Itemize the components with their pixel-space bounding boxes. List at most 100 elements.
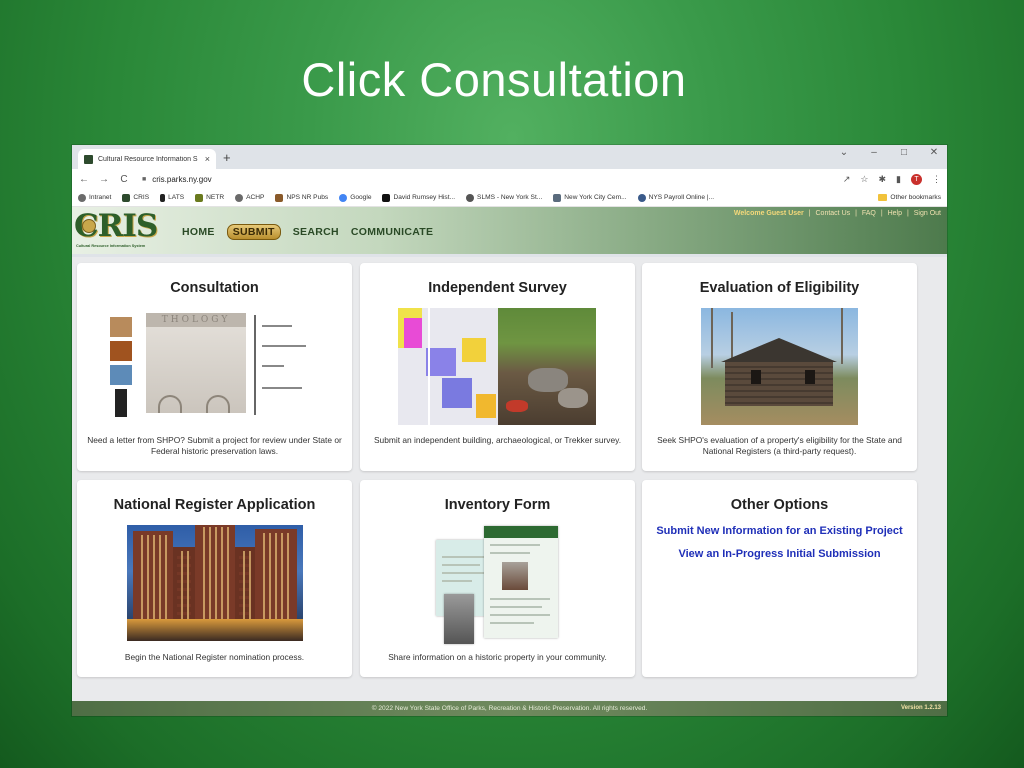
google-icon [339, 193, 348, 202]
bookmark-icon [160, 193, 166, 202]
tab-close-icon[interactable]: × [205, 154, 210, 164]
bookmark-item[interactable]: ACHP [235, 193, 264, 202]
consultation-image: THOLOGY [110, 309, 320, 427]
submit-new-info-link[interactable]: Submit New Information for an Existing P… [642, 525, 917, 537]
bookmark-icon [637, 193, 646, 202]
log-cabin [725, 362, 833, 406]
nav-submit[interactable]: SUBMIT [226, 224, 281, 240]
tab-strip: Cultural Resource Information S × + ⌄ – … [72, 145, 947, 169]
browser-tab[interactable]: Cultural Resource Information S × [78, 149, 216, 169]
building-facade: THOLOGY [146, 313, 246, 413]
eligibility-image [701, 308, 858, 425]
card-inventory-form[interactable]: Inventory Form Share information on a hi… [360, 480, 635, 677]
inventory-image [430, 518, 566, 646]
material-swatch [115, 389, 127, 417]
bookmark-item[interactable]: New York City Cem... [553, 193, 627, 202]
bookmark-icon [382, 193, 391, 202]
card-title: National Register Application [113, 497, 316, 513]
bookmark-item[interactable]: SLMS - New York St... [466, 193, 542, 202]
card-consultation[interactable]: Consultation THOLOGY Need a letter from … [77, 263, 352, 471]
material-swatch [110, 317, 132, 337]
card-description: Share information on a historic property… [388, 652, 607, 662]
material-swatch [110, 341, 132, 361]
bookmark-item[interactable]: LATS [160, 193, 184, 202]
card-title: Consultation [170, 280, 259, 296]
material-swatch [110, 365, 132, 385]
extensions-icon[interactable]: ✱ [879, 174, 887, 185]
seal-icon [82, 219, 96, 233]
welcome-text: Welcome Guest User [733, 210, 804, 217]
slide-title: Click Consultation [301, 53, 687, 106]
bookmarks-bar: Intranet CRIS LATS NETR ACHP NPS NR Pubs… [72, 189, 947, 207]
help-link[interactable]: Help [888, 210, 902, 217]
nav-communicate[interactable]: COMMUNICATE [351, 226, 433, 238]
sidepanel-icon[interactable]: ▮ [896, 174, 901, 185]
signout-link[interactable]: Sign Out [914, 210, 941, 217]
cris-header: CRIS Cultural Resource Information Syste… [72, 207, 947, 254]
window-controls: ⌄ – □ ✕ [839, 147, 939, 158]
faq-link[interactable]: FAQ [862, 210, 876, 217]
cris-logo[interactable]: CRIS Cultural Resource Information Syste… [74, 208, 162, 251]
close-window-button[interactable]: ✕ [929, 147, 939, 158]
new-tab-button[interactable]: + [223, 150, 231, 165]
nav-search[interactable]: SEARCH [293, 226, 339, 238]
browser-window: Cultural Resource Information S × + ⌄ – … [72, 145, 947, 716]
inventory-photo [444, 594, 474, 644]
cris-main-nav: HOME SUBMIT SEARCH COMMUNICATE [182, 224, 433, 240]
card-independent-survey[interactable]: Independent Survey Submit an independent… [360, 263, 635, 471]
bookmark-item[interactable]: Google [339, 193, 371, 202]
lock-icon[interactable]: ■ [142, 176, 146, 183]
reload-icon[interactable]: C [118, 174, 130, 185]
bookmark-icon [78, 193, 86, 202]
other-bookmarks[interactable]: Other bookmarks [878, 194, 941, 201]
inventory-form-sheet [484, 526, 558, 638]
toolbar-icons: ↗ ☆ ✱ ▮ T ⋮ [843, 173, 941, 185]
survey-image [398, 308, 596, 425]
card-national-register-application[interactable]: National Register Application Begin the … [77, 480, 352, 677]
card-title: Inventory Form [444, 497, 551, 513]
bookmark-item[interactable]: CRIS [122, 193, 149, 202]
street-scene [127, 619, 303, 641]
tab-title: Cultural Resource Information S [98, 155, 198, 163]
maximize-button[interactable]: □ [899, 147, 909, 158]
bookmark-item[interactable]: NPS NR Pubs [275, 193, 328, 202]
view-in-progress-link[interactable]: View an In-Progress Initial Submission [642, 548, 917, 560]
bookmark-item[interactable]: NETR [195, 193, 224, 202]
bookmark-item[interactable]: Intranet [78, 193, 111, 202]
address-bar[interactable]: ■ cris.parks.ny.gov [138, 171, 835, 187]
copyright-text: © 2022 New York State Office of Parks, R… [371, 705, 648, 712]
national-register-image [127, 525, 303, 641]
url-text[interactable]: cris.parks.ny.gov [152, 175, 211, 184]
minimize-button[interactable]: – [869, 147, 879, 158]
nav-home[interactable]: HOME [182, 226, 215, 238]
card-description: Seek SHPO's evaluation of a property's e… [657, 435, 902, 456]
bookmark-item[interactable]: NYS Payroll Online |... [637, 193, 714, 202]
profile-avatar[interactable]: T [911, 173, 922, 185]
card-other-options: Other Options Submit New Information for… [642, 480, 917, 677]
cris-footer: © 2022 New York State Office of Parks, R… [72, 701, 947, 716]
house-roof [721, 338, 837, 362]
share-icon[interactable]: ↗ [843, 174, 851, 185]
card-title: Evaluation of Eligibility [699, 280, 860, 296]
version-text: Version 1.2.13 [900, 705, 941, 711]
excavation-photo [498, 308, 596, 425]
favicon-icon [84, 154, 93, 164]
card-evaluation-of-eligibility[interactable]: Evaluation of Eligibility Seek SHPO's ev… [642, 263, 917, 471]
tab-search-icon[interactable]: ⌄ [839, 147, 849, 158]
forward-icon[interactable]: → [98, 174, 110, 185]
survey-map [398, 308, 498, 425]
bookmark-item[interactable]: David Rumsey Hist... [382, 193, 455, 202]
browser-toolbar: ← → C ■ cris.parks.ny.gov ↗ ☆ ✱ ▮ T ⋮ [72, 169, 947, 189]
bookmark-icon [235, 193, 244, 202]
back-icon[interactable]: ← [78, 174, 90, 185]
contact-link[interactable]: Contact Us [816, 210, 851, 217]
menu-icon[interactable]: ⋮ [932, 174, 941, 185]
section-drawing [254, 315, 314, 415]
bookmark-icon [122, 193, 131, 202]
main-content: Consultation THOLOGY Need a letter from … [72, 257, 947, 701]
submission-cards: Consultation THOLOGY Need a letter from … [77, 263, 918, 683]
bookmark-icon [275, 193, 284, 202]
card-description: Submit an independent building, archaeol… [373, 435, 622, 445]
card-description: Begin the National Register nomination p… [124, 652, 305, 662]
bookmark-star-icon[interactable]: ☆ [860, 174, 868, 185]
